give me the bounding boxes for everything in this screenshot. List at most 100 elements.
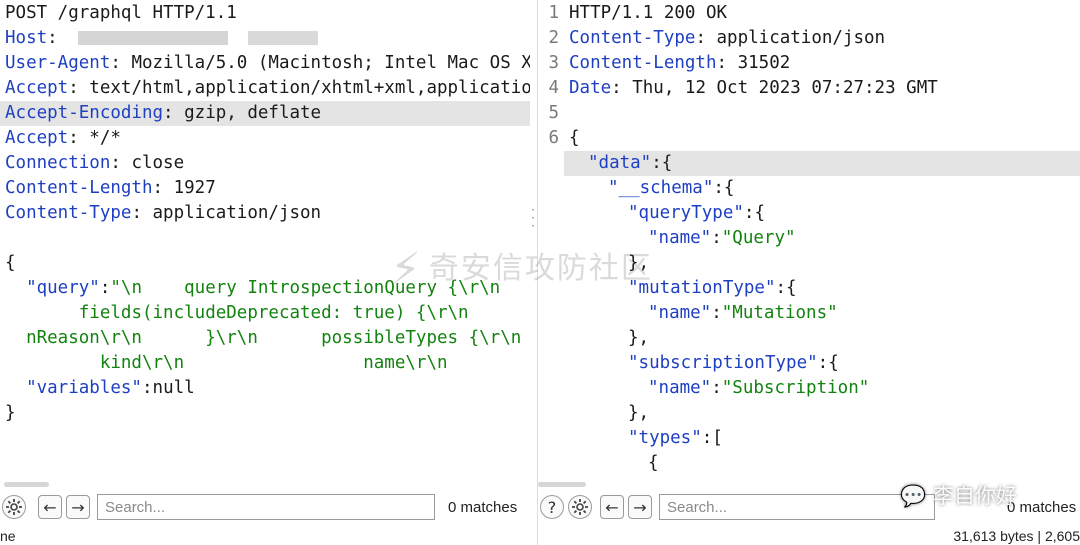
line-number: 6 [548, 128, 559, 148]
json-schema-line: "__schema":{ [608, 176, 734, 201]
header-value: text/html,application/xhtml+xml,applicat… [89, 78, 530, 98]
settings-gear-icon[interactable] [2, 495, 26, 519]
arrow-left-icon: ← [43, 497, 57, 517]
response-viewer[interactable]: 1 HTTP/1.1 200 OK 2 Content-Type: applicat… [538, 0, 1080, 490]
status-line: HTTP/1.1 200 OK [569, 3, 728, 23]
header-value: */* [89, 128, 121, 148]
header-line-user-agent: User-Agent: Mozilla/5.0 (Macintosh; Inte… [5, 51, 530, 76]
header-name: Content-Length [569, 53, 717, 73]
json-querytype-line: "queryType":{ [628, 201, 765, 226]
header-value: application/json [716, 28, 886, 48]
arrow-right-icon: → [71, 497, 85, 517]
line-number: 4 [548, 78, 559, 98]
brace: { [5, 253, 16, 273]
horizontal-scrollbar[interactable] [4, 482, 49, 487]
header-name: Content-Type [5, 203, 132, 223]
brace: } [5, 403, 16, 423]
body-query-line-4: kind\r\n name\r\n [5, 351, 530, 376]
punct: }, [628, 328, 650, 348]
header-value: 31502 [737, 53, 791, 73]
status-bar: ne 31,613 bytes | 2,605 [0, 525, 1080, 545]
line-number: 1 [548, 3, 559, 23]
header-value: close [131, 153, 185, 173]
header-name: Accept [5, 128, 69, 148]
request-line: POST /graphql HTTP/1.1 [5, 1, 530, 26]
json-types-line: "types":[ [628, 426, 723, 451]
header-line-connection: Connection: close [5, 153, 185, 173]
header-value: gzip, deflate [184, 103, 322, 123]
header-line-content-type: Content-Type: application/json [5, 203, 322, 223]
punct: :{ [743, 203, 765, 223]
next-match-button[interactable]: → [628, 495, 652, 519]
json-key-name: "name" [648, 228, 712, 248]
next-match-button[interactable]: → [66, 495, 90, 519]
wechat-watermark: 💬 李自你好 [900, 480, 1017, 510]
json-data-line: "data":{ [564, 151, 1080, 176]
header-value: Mozilla/5.0 (Macintosh; Intel Mac OS X 1… [131, 53, 530, 73]
json-key-mutationtype: "mutationType" [628, 278, 776, 298]
response-search-input[interactable] [659, 494, 935, 520]
json-null: null [152, 378, 195, 398]
settings-gear-icon[interactable] [568, 495, 592, 519]
header-line-accept-encoding: Accept-Encoding: gzip, deflate [0, 101, 530, 126]
punct: : [711, 378, 722, 398]
response-line-6: 6{ [542, 126, 579, 151]
json-string-query: "Query" [721, 228, 796, 248]
punct: :{ [775, 278, 797, 298]
punct: :[ [701, 428, 723, 448]
pane-options-icon[interactable]: · · · [530, 204, 536, 232]
response-line-3: 3 Content-Length: 31502 [542, 51, 790, 76]
json-key-name: "name" [648, 303, 712, 323]
punct: :{ [713, 178, 735, 198]
line-number: 2 [548, 28, 559, 48]
json-string-subscription: "Subscription" [721, 378, 870, 398]
json-key-types: "types" [628, 428, 702, 448]
arrow-right-icon: → [633, 497, 647, 517]
line-number: 5 [548, 103, 559, 123]
header-name: Host [5, 28, 48, 48]
help-icon[interactable]: ? [540, 495, 564, 519]
json-string-query-4: kind\r\n name\r\n [99, 353, 448, 373]
body-variables-line: "variables":null [26, 378, 195, 398]
json-close-line: }, [628, 401, 649, 426]
json-key-variables: "variables" [26, 378, 142, 398]
previous-match-button[interactable]: ← [38, 495, 62, 519]
json-key-querytype: "queryType" [628, 203, 744, 223]
header-name: Accept-Encoding [5, 103, 164, 123]
wechat-watermark-text: 李自你好 [932, 484, 1017, 508]
header-value: application/json [152, 203, 322, 223]
bolt-logo-icon: ⚡ [390, 244, 423, 295]
json-mutations-name-line: "name":"Mutations" [648, 301, 838, 326]
previous-match-button[interactable]: ← [600, 495, 624, 519]
punct: :{ [651, 153, 673, 173]
header-name: Content-Length [5, 178, 153, 198]
json-types-open-brace: { [648, 451, 659, 476]
wechat-icon: 💬 [900, 484, 927, 508]
arrow-left-icon: ← [605, 497, 619, 517]
json-query-name-line: "name":"Query" [648, 226, 796, 251]
response-line-1: 1 HTTP/1.1 200 OK [542, 1, 727, 26]
json-subscription-name-line: "name":"Subscription" [648, 376, 869, 401]
header-value: 1927 [173, 178, 216, 198]
json-key-query: "query" [26, 278, 100, 298]
json-string-query-3: nReason\r\n }\r\n possibleTypes {\r\n [26, 328, 522, 348]
json-key-name: "name" [648, 378, 712, 398]
header-name: Content-Type [569, 28, 696, 48]
punct: }, [628, 403, 650, 423]
punct: }, [628, 253, 650, 273]
header-line-host: Host: [5, 26, 530, 51]
response-line-5: 5 [542, 101, 569, 126]
header-name: Date [569, 78, 612, 98]
json-string-mutations: "Mutations" [721, 303, 838, 323]
header-name: User-Agent [5, 53, 111, 73]
horizontal-scrollbar[interactable] [538, 482, 586, 487]
response-line-2: 2 Content-Type: application/json [542, 26, 885, 51]
body-query-line-2: fields(includeDeprecated: true) {\r\n i [5, 301, 530, 326]
json-close-line: }, [628, 326, 649, 351]
punct: { [648, 453, 659, 473]
redacted-host-block [248, 31, 319, 45]
redacted-host-block [78, 31, 229, 45]
header-name: Connection [5, 153, 111, 173]
request-search-toolbar: ← → 0 matches [0, 492, 537, 522]
request-search-input[interactable] [97, 494, 435, 520]
